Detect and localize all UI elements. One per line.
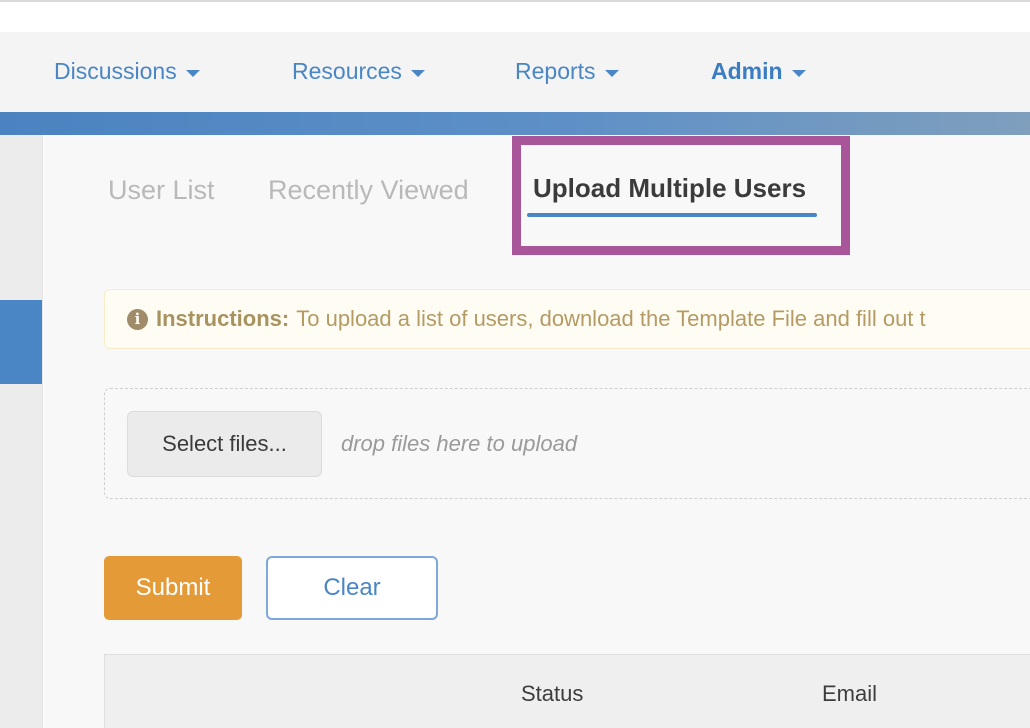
nav-admin-label: Admin	[711, 58, 783, 84]
caret-down-icon	[791, 69, 806, 77]
nav-discussions-label: Discussions	[54, 58, 177, 84]
nav-resources-label: Resources	[292, 58, 402, 84]
instructions-text: To upload a list of users, download the …	[296, 306, 926, 331]
nav-reports-label: Reports	[515, 58, 596, 84]
tab-recently-viewed[interactable]: Recently Viewed	[268, 175, 469, 206]
sidebar	[0, 135, 43, 728]
nav-reports[interactable]: Reports	[515, 58, 619, 85]
tab-user-list[interactable]: User List	[108, 175, 215, 206]
clear-button[interactable]: Clear	[266, 556, 438, 620]
nav-resources[interactable]: Resources	[292, 58, 425, 85]
table-header-row: Status Email	[104, 654, 1030, 728]
tab-upload-multiple-users[interactable]: Upload Multiple Users	[533, 173, 806, 204]
instructions-label: Instructions:	[156, 306, 290, 331]
nav-admin[interactable]: Admin	[711, 58, 806, 85]
caret-down-icon	[410, 69, 425, 77]
active-tab-underline	[527, 213, 817, 217]
caret-down-icon	[185, 69, 200, 77]
file-dropzone[interactable]: Select files... drop files here to uploa…	[104, 388, 1030, 499]
accent-bar	[0, 112, 1030, 135]
sidebar-active-item[interactable]	[0, 300, 42, 384]
browser-top-strip	[0, 0, 1030, 32]
instructions-banner: i Instructions: To upload a list of user…	[104, 289, 1030, 349]
column-header-email[interactable]: Email	[822, 681, 877, 707]
select-files-button[interactable]: Select files...	[127, 411, 322, 477]
caret-down-icon	[604, 69, 619, 77]
main-navbar: Discussions Resources Reports Admin	[0, 32, 1030, 112]
drop-hint: drop files here to upload	[341, 431, 578, 456]
nav-discussions[interactable]: Discussions	[54, 58, 200, 85]
info-icon: i	[127, 308, 148, 330]
submit-button[interactable]: Submit	[104, 556, 242, 620]
column-header-status[interactable]: Status	[521, 681, 583, 707]
